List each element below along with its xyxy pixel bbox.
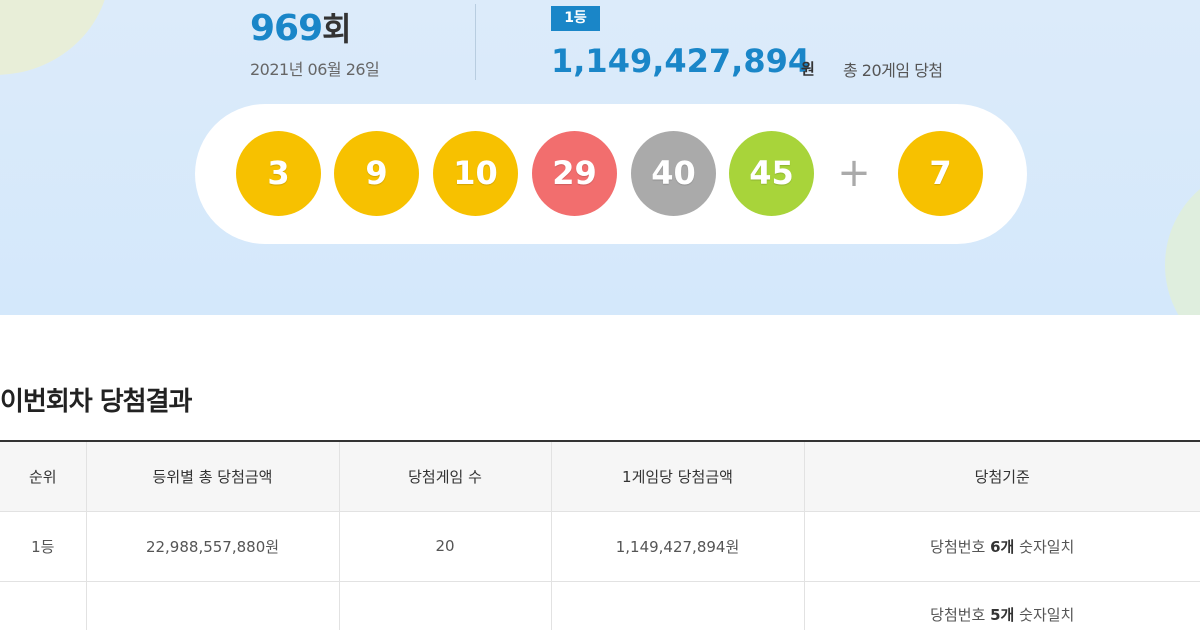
decorative-circle [0,0,110,75]
first-prize-amount: 1,149,427,894 [551,42,811,80]
cell-criteria: 당첨번호 6개 숫자일치 [804,511,1200,582]
draw-result-banner: 969회 2021년 06월 26일 1등 1,149,427,894 원 총 … [0,0,1200,315]
divider [475,4,476,80]
winning-ball: 40 [631,131,716,216]
cell-criteria: 당첨번호 5개 숫자일치 [804,581,1200,630]
table-row: 2등 3,831,426,368원 56 68,418,328원 당첨번호 5개… [0,581,1200,630]
round-number-suffix: 회 [322,10,351,48]
plus-icon: + [837,150,871,196]
round-number-value: 969 [250,8,323,49]
cell-total-prize: 3,831,426,368원 [86,581,340,630]
winning-ball: 3 [236,131,321,216]
winning-ball: 9 [334,131,419,216]
decorative-circle [1165,165,1200,315]
winning-ball: 29 [532,131,617,216]
first-prize-unit: 원 [801,60,815,78]
winning-ball: 45 [729,131,814,216]
cell-winner-count: 20 [339,511,552,582]
header-prize-per-game: 1게임당 당첨금액 [551,441,805,512]
criteria-text: 당첨번호 6개 숫자일치 [930,537,1075,556]
table-row: 1등 22,988,557,880원 20 1,149,427,894원 당첨번… [0,511,1200,582]
cell-rank: 2등 [0,581,87,630]
first-prize-badge: 1등 [551,6,600,31]
criteria-text: 당첨번호 5개 숫자일치 [930,605,1075,624]
cell-winner-count: 56 [339,581,552,630]
cell-prize-per-game: 68,418,328원 [551,581,805,630]
table-header-row: 순위 등위별 총 당첨금액 당첨게임 수 1게임당 당첨금액 당첨기준 [0,441,1200,512]
header-criteria: 당첨기준 [804,441,1200,512]
winning-ball: 10 [433,131,518,216]
cell-prize-per-game: 1,149,427,894원 [551,511,805,582]
round-number: 969회 [250,4,352,50]
winner-summary: 총 20게임 당첨 [843,61,943,80]
header-winner-count: 당첨게임 수 [339,441,552,512]
header-rank: 순위 [0,441,87,512]
draw-date: 2021년 06월 26일 [250,60,380,79]
header-total-prize: 등위별 총 당첨금액 [86,441,340,512]
results-table: 순위 등위별 총 당첨금액 당첨게임 수 1게임당 당첨금액 당첨기준 1등 2… [0,440,1200,630]
results-section-title: 이번회차 당첨결과 [0,387,192,417]
cell-total-prize: 22,988,557,880원 [86,511,340,582]
cell-rank: 1등 [0,511,87,582]
bonus-ball: 7 [898,131,983,216]
